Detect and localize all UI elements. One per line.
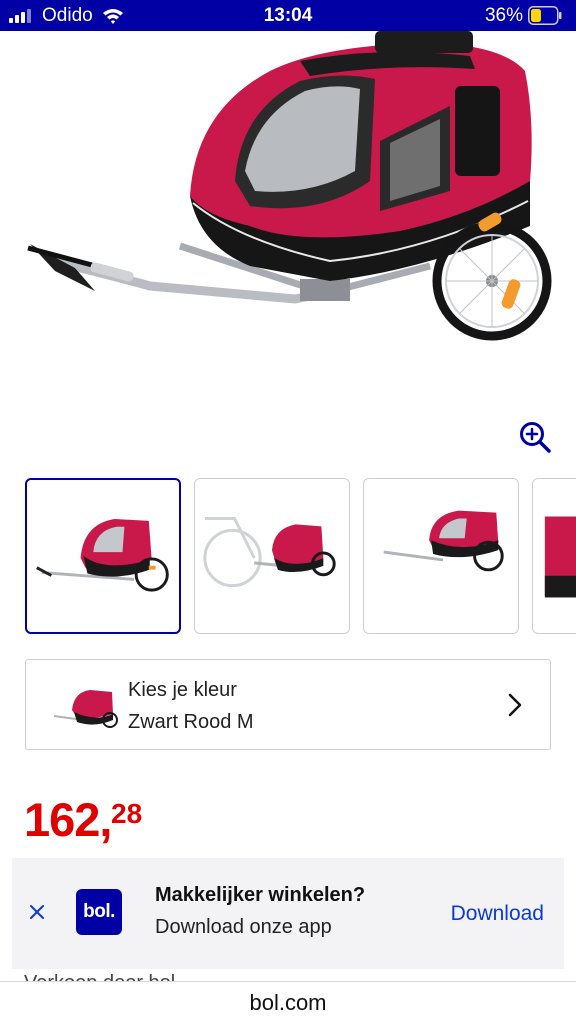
color-option-thumbnail — [53, 690, 118, 728]
banner-title: Makkelijker winkelen? — [155, 884, 366, 906]
color-selector[interactable]: Kies je kleur Zwart Rood M — [25, 659, 551, 750]
close-icon[interactable] — [27, 902, 47, 922]
status-bar: Odido 13:04 36% — [0, 0, 576, 31]
url-text[interactable]: bol.com — [0, 990, 576, 1016]
battery-percentage: 36% — [484, 5, 523, 26]
app-download-banner: bol. Makkelijker winkelen? Download onze… — [12, 858, 564, 969]
thumbnail-4[interactable] — [532, 478, 576, 634]
download-button[interactable]: Download — [451, 902, 544, 926]
chevron-right-icon — [508, 693, 522, 717]
product-image[interactable] — [0, 31, 576, 411]
product-price: 162, 28 — [24, 793, 142, 846]
zoom-in-icon[interactable] — [519, 421, 551, 453]
cut-off-text: Verkoop door bol — [24, 969, 224, 981]
color-selector-value: Zwart Rood M — [128, 711, 254, 733]
thumbnail-strip[interactable] — [25, 478, 576, 634]
price-euros: 162 — [24, 793, 100, 846]
browser-url-bar[interactable]: bol.com — [0, 981, 576, 1024]
battery-icon — [528, 6, 562, 25]
banner-subtitle: Download onze app — [155, 916, 332, 938]
bol-logo: bol. — [76, 889, 122, 935]
price-cents: 28 — [111, 798, 143, 829]
thumbnail-1[interactable] — [25, 478, 181, 634]
color-selector-label: Kies je kleur — [128, 679, 237, 701]
thumbnail-3[interactable] — [363, 478, 519, 634]
thumbnail-2[interactable] — [194, 478, 350, 634]
